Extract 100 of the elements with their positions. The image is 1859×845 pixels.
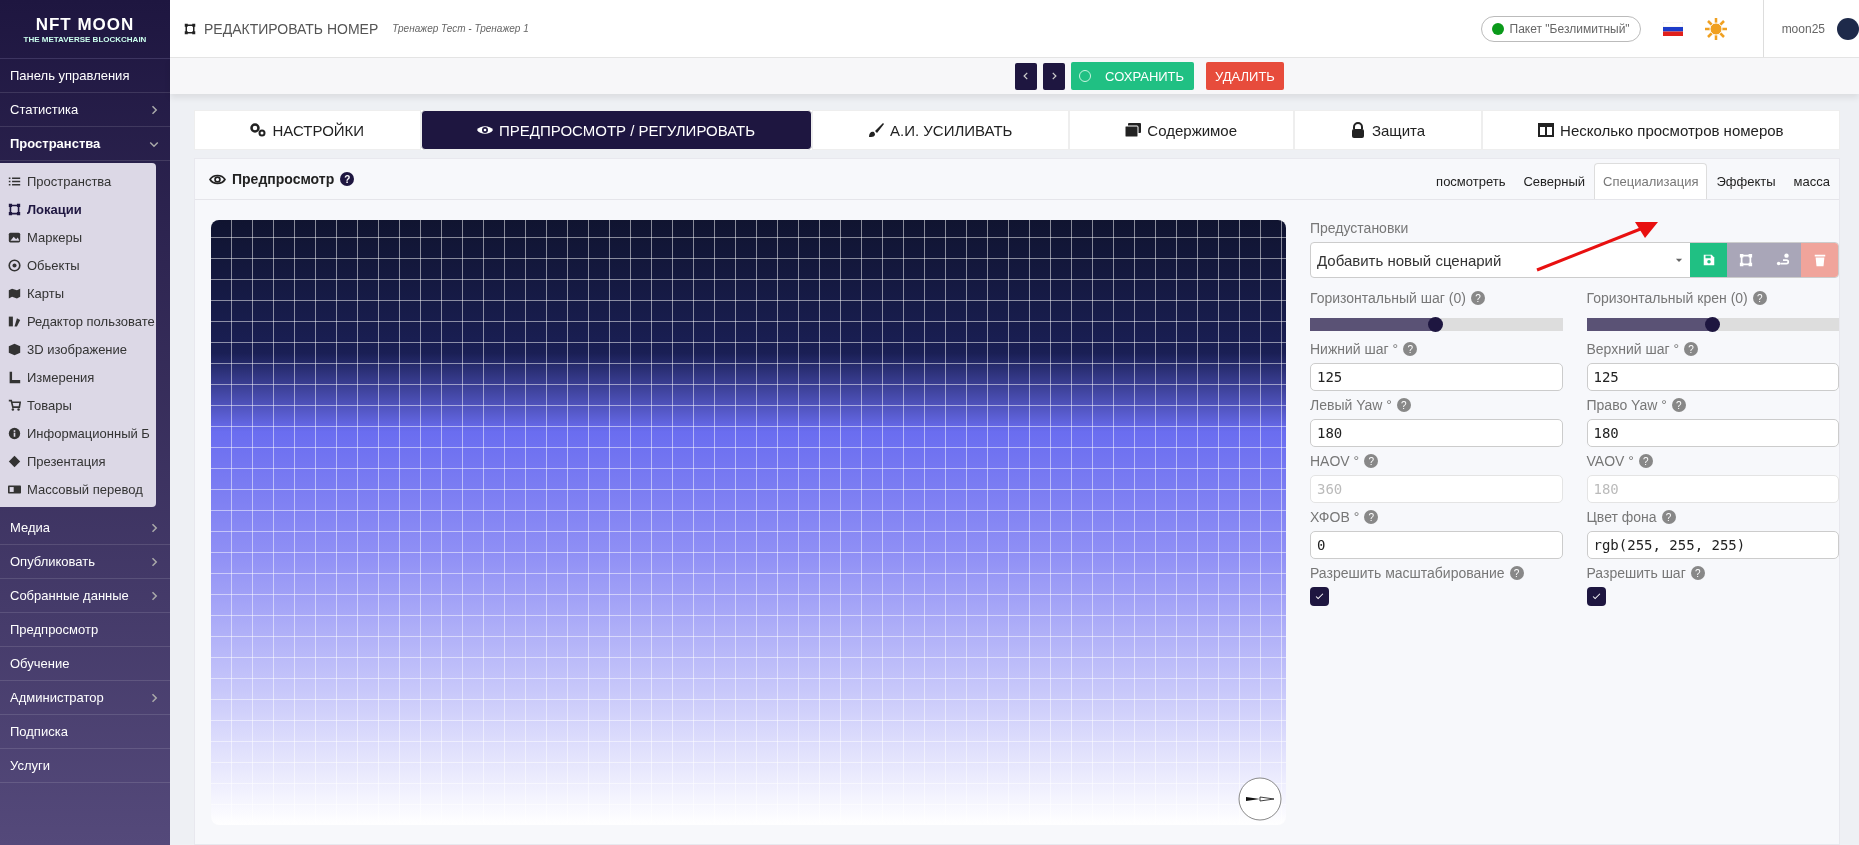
field-label: HAOV ° (1310, 453, 1360, 469)
diamond-icon (8, 454, 21, 468)
help-icon[interactable]: ? (1364, 510, 1379, 524)
cube-icon (8, 342, 21, 356)
help-icon[interactable]: ? (1403, 342, 1418, 356)
panel-title: Предпросмотр (232, 171, 335, 187)
checkbox[interactable] (1586, 587, 1606, 606)
help-icon[interactable]: ? (1661, 510, 1676, 524)
field-label: VAOV ° (1586, 453, 1634, 469)
submenu-item[interactable]: Информационный Б (0, 419, 156, 447)
tab[interactable]: А.И. УСИЛИВАТЬ (811, 110, 1069, 150)
target-icon (8, 258, 21, 272)
map-icon (8, 286, 21, 300)
brush-icon (868, 122, 884, 138)
tab[interactable]: Защита (1293, 110, 1482, 150)
checkbox[interactable] (1310, 587, 1329, 606)
page-subtitle: Тренажер Тест - Тренажер 1 (392, 23, 529, 34)
tab[interactable]: Несколько просмотров номеров (1481, 110, 1840, 150)
field-label: ХФОВ ° (1310, 509, 1360, 525)
frame-icon (1738, 253, 1753, 267)
frame-icon (184, 22, 196, 35)
subtab[interactable]: посмотреть (1427, 163, 1515, 199)
help-icon[interactable]: ? (1470, 291, 1485, 305)
field-label: Левый Yaw ° (1310, 397, 1392, 413)
field-label: Нижний шаг ° (1310, 341, 1399, 357)
image-icon (8, 230, 21, 244)
lock-icon (1349, 122, 1366, 138)
sidebar-item[interactable]: Услуги (0, 749, 170, 783)
sidebar-item[interactable]: Подписка (0, 715, 170, 749)
submenu-item[interactable]: Измерения (0, 363, 156, 391)
flag-icon[interactable] (1662, 21, 1683, 36)
sidebar-item[interactable]: Статистика (0, 93, 170, 127)
help-icon[interactable]: ? (1396, 398, 1411, 412)
trash-icon (1812, 253, 1827, 267)
tab[interactable]: НАСТРОЙКИ (194, 110, 421, 150)
gears-icon (250, 122, 267, 138)
info-icon (8, 426, 21, 440)
checkbox-label: Разрешить масштабирование (1310, 565, 1505, 581)
ruler-icon (8, 370, 21, 384)
next-button[interactable] (1043, 62, 1066, 90)
columns-icon (1538, 122, 1555, 138)
slider-label: Горизонтальный крен (0) (1586, 290, 1748, 306)
help-icon[interactable]: ? (1671, 398, 1686, 412)
slider[interactable] (1310, 318, 1563, 331)
frame-icon (8, 202, 21, 216)
slider-label: Горизонтальный шаг (0) (1310, 290, 1466, 306)
input-field[interactable]: rgb(255, 255, 255) (1586, 531, 1839, 559)
cart-icon (8, 398, 21, 412)
sidebar-item[interactable]: Пространства (0, 127, 170, 161)
sidebar-item[interactable]: Обучение (0, 647, 170, 681)
page-title: РЕДАКТИРОВАТЬ НОМЕР (204, 20, 379, 37)
sidebar-item[interactable]: Медиа (0, 511, 170, 545)
input-field[interactable]: 180 (1586, 419, 1839, 447)
sidebar-item[interactable]: Опубликовать (0, 545, 170, 579)
help-icon[interactable]: ? (1684, 342, 1699, 356)
tab[interactable]: Содержимое (1068, 110, 1294, 150)
delete-button[interactable]: УДАЛИТЬ (1206, 62, 1284, 90)
floppy-icon (1701, 253, 1716, 267)
submenu-item[interactable]: 3D изображение (0, 335, 156, 363)
sidebar-item[interactable]: Предпросмотр (0, 613, 170, 647)
subtab[interactable]: Северный (1514, 163, 1595, 199)
list-icon (8, 174, 21, 188)
tab[interactable]: ПРЕДПРОСМОТР / РЕГУЛИРОВАТЬ (420, 110, 812, 150)
field-label: Цвет фона (1586, 509, 1657, 525)
checkbox-label: Разрешить шаг (1586, 565, 1686, 581)
subtab[interactable]: масса (1784, 163, 1839, 199)
help-icon[interactable]: ? (1509, 566, 1524, 580)
previous-button[interactable] (1015, 62, 1038, 90)
input-field[interactable]: 180 (1310, 419, 1563, 447)
avatar[interactable] (1837, 17, 1859, 40)
subtab[interactable]: Эффекты (1707, 163, 1785, 199)
input-field[interactable]: 125 (1310, 363, 1563, 391)
user-name[interactable]: moon25 (1781, 21, 1825, 36)
submenu-item[interactable]: Презентация (0, 447, 156, 475)
submenu-item[interactable]: Массовый перевод (0, 475, 156, 503)
submenu-item[interactable]: Локации (0, 195, 156, 223)
field-label: Право Yaw ° (1586, 397, 1667, 413)
submenu-item[interactable]: Пространства (0, 167, 156, 195)
submenu-item[interactable]: Редактор пользовате (0, 307, 156, 335)
subtab[interactable]: Специализация (1594, 163, 1708, 199)
submenu-item[interactable]: Карты (0, 279, 156, 307)
slider[interactable] (1586, 318, 1839, 331)
input-field[interactable]: 125 (1586, 363, 1839, 391)
submenu-item[interactable]: Обьекты (0, 251, 156, 279)
compass-icon[interactable] (1238, 777, 1282, 821)
submenu-item[interactable]: Маркеры (0, 223, 156, 251)
check-icon (1590, 591, 1602, 602)
card-icon (8, 482, 21, 496)
route-icon (1775, 253, 1790, 267)
submenu-item[interactable]: Товары (0, 391, 156, 419)
help-icon[interactable]: ? (340, 172, 355, 186)
images-icon (1125, 122, 1142, 138)
input-field[interactable]: 0 (1310, 531, 1563, 559)
help-icon[interactable]: ? (1752, 291, 1767, 305)
field-label: Верхний шаг ° (1586, 341, 1680, 357)
sidebar-item[interactable]: Собранные данные (0, 579, 170, 613)
brush-icon (8, 314, 21, 328)
sidebar-item[interactable]: Администратор (0, 681, 170, 715)
field-label: Предустановки (1310, 220, 1410, 236)
help-icon[interactable]: ? (1690, 566, 1705, 580)
